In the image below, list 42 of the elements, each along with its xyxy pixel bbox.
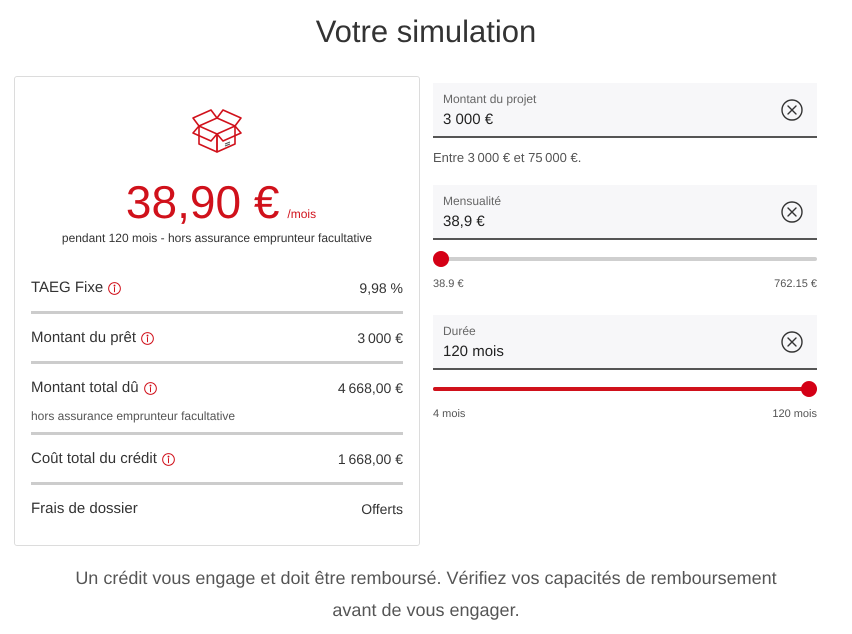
input-field[interactable]: Durée 120 mois [433, 315, 817, 370]
row-label: Coût total du crédit [31, 448, 157, 469]
slider-max-label: 120 mois [772, 407, 817, 422]
slider-thumb[interactable] [801, 381, 817, 397]
slider-max-label: 762.15 € [774, 277, 817, 292]
slider[interactable] [433, 251, 817, 267]
amount-subtitle: pendant 120 mois - hors assurance emprunteur facultative [62, 230, 372, 246]
clear-icon[interactable] [781, 330, 803, 352]
input-field[interactable]: Mensualité 38,9 € [433, 185, 817, 240]
field-label: Durée [443, 323, 477, 339]
slider-thumb[interactable] [433, 251, 449, 267]
clear-icon[interactable] [781, 200, 803, 222]
row-value: 9,98 % [359, 278, 403, 298]
field-value: 38,9 € [443, 212, 486, 232]
box-icon [191, 106, 243, 154]
slider-min-label: 38.9 € [433, 277, 464, 292]
monthly-amount: 38,90 € [126, 178, 280, 226]
clear-icon[interactable] [781, 98, 803, 120]
field-value: 3 000 € [443, 110, 494, 130]
amount-unit: /mois [287, 206, 316, 223]
row-note: hors assurance emprunteur facultative [31, 408, 236, 424]
page-title: Votre simulation [316, 13, 536, 51]
info-icon[interactable] [144, 382, 157, 394]
slider[interactable] [433, 381, 817, 397]
slider-min-label: 4 mois [433, 407, 466, 422]
field-value: 120 mois [443, 342, 505, 362]
row-value: 3 000 € [357, 328, 403, 348]
row-value: Offerts [361, 500, 403, 518]
field-label: Mensualité [443, 193, 502, 209]
field-label: Montant du projet [443, 91, 538, 107]
info-icon[interactable] [141, 332, 154, 344]
row-label: TAEG Fixe [31, 278, 104, 298]
info-icon[interactable] [108, 282, 122, 294]
input-field[interactable]: Montant du projet 3 000 € [433, 83, 817, 138]
row-value: 4 668,00 € [338, 378, 403, 398]
row-label: Montant total dû [31, 378, 139, 398]
row-label: Frais de dossier [31, 498, 138, 519]
disclaimer-text: Un crédit vous engage et doit être remboursé. Vérifiez vos capacités de remboursement avant de vous engager. [74, 567, 778, 622]
row-value: 1 668,00 € [338, 450, 403, 468]
helper-text: Entre 3 000 € et 75 000 €. [433, 149, 582, 167]
info-icon[interactable] [162, 452, 175, 466]
row-label: Montant du prêt [31, 328, 136, 348]
